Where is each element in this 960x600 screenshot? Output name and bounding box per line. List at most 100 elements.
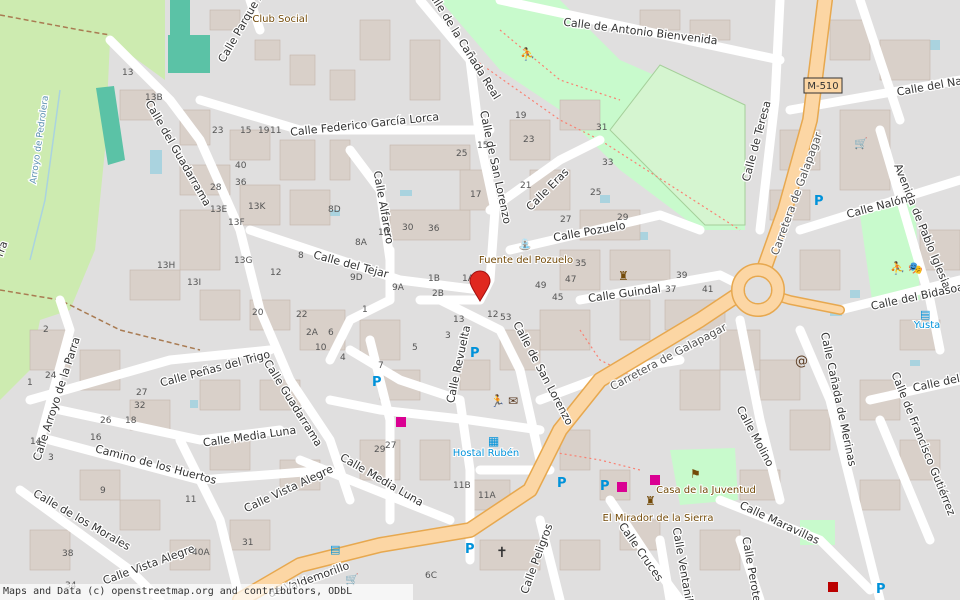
house-number: 5	[412, 343, 418, 353]
house-number: 25	[456, 149, 467, 159]
house-number: 39	[676, 271, 688, 281]
house-number: 13	[453, 315, 464, 325]
house-number: 41	[702, 285, 713, 295]
house-number: 45	[552, 293, 563, 303]
pharmacy-icon	[828, 582, 838, 592]
house-number: 33	[602, 158, 613, 168]
house-number: 13G	[234, 256, 252, 266]
park-juventud	[670, 448, 738, 505]
house-number: 27	[136, 388, 147, 398]
house-number: 11A	[478, 491, 496, 501]
house-number: 27	[385, 441, 396, 451]
house-number: 1	[362, 305, 368, 315]
house-number: 13F	[228, 218, 245, 228]
parking-icon: P	[557, 476, 567, 491]
map-canvas[interactable]: M-510 P P P P P P P ▦ ✉ 🏃 @ ♜ ⚑ ♜ ✝ 🛒 ⛹ …	[0, 0, 960, 600]
pharmacy-icon	[396, 417, 406, 427]
parking-icon: P	[470, 346, 480, 361]
house-number: 1	[27, 378, 33, 388]
poi-label: Yusta	[913, 320, 941, 331]
house-number: 12	[270, 268, 281, 278]
house-number: 6C	[425, 571, 437, 581]
poi-label: Club Social	[252, 14, 307, 25]
house-number: 28	[210, 183, 222, 193]
hotel-icon: ▦	[488, 434, 499, 448]
house-number: 3	[445, 331, 451, 341]
house-number: 9A	[392, 283, 405, 293]
house-number: 36	[235, 178, 247, 188]
map-attribution[interactable]: Maps and Data (c) openstreetmap.org and …	[0, 584, 413, 600]
house-number: 2	[43, 325, 49, 335]
playground-icon: ⛹	[890, 260, 905, 275]
castle-icon: ♜	[618, 269, 629, 283]
house-number: 40	[235, 161, 247, 171]
poi-label: El Mirador de la Sierra	[603, 513, 714, 524]
pharmacy-icon	[617, 482, 627, 492]
post-icon: ✉	[508, 394, 518, 408]
house-number: 8D	[328, 205, 341, 215]
house-number: 13I	[187, 278, 201, 288]
house-number: 1B	[428, 274, 440, 284]
house-number: 53	[500, 313, 511, 323]
house-number: 22	[296, 310, 307, 320]
house-number: 18	[125, 416, 137, 426]
house-number: 47	[565, 275, 576, 285]
parking-icon: P	[814, 194, 824, 209]
house-number: 29	[617, 213, 629, 223]
house-number: 38	[62, 549, 74, 559]
house-number: 13H	[157, 261, 175, 271]
house-number: 19	[515, 111, 527, 121]
teal-building	[168, 35, 210, 73]
parking-icon: P	[372, 375, 382, 390]
house-number: 11B	[453, 481, 471, 491]
house-number: 12	[487, 310, 498, 320]
house-number: 31	[596, 123, 607, 133]
internet-icon: @	[795, 354, 808, 369]
route-shield-label: M-510	[807, 81, 838, 92]
bus-stop-icon: ▤	[330, 543, 340, 556]
viewpoint-icon: ♜	[645, 494, 656, 508]
parking-icon: P	[876, 582, 886, 597]
house-number: 20	[252, 308, 264, 318]
house-number: 6	[328, 328, 334, 338]
house-number: 4	[340, 353, 346, 363]
roundabout-center	[745, 277, 771, 303]
house-number: 3	[48, 453, 54, 463]
playground-icon: ⛹	[520, 46, 535, 61]
house-number: 17	[470, 190, 481, 200]
house-number: 30	[402, 223, 414, 233]
house-number: 2A	[306, 328, 319, 338]
map-viewport[interactable]: M-510 P P P P P P P ▦ ✉ 🏃 @ ♜ ⚑ ♜ ✝ 🛒 ⛹ …	[0, 0, 960, 600]
house-number: 13	[122, 68, 133, 78]
teal-building	[170, 0, 190, 35]
sport-icon: 🏃	[490, 394, 505, 408]
route-shield: M-510	[803, 77, 843, 94]
house-number: 15	[477, 141, 488, 151]
house-number: 29	[374, 445, 386, 455]
parking-icon: P	[465, 542, 475, 557]
house-number: 31	[242, 538, 253, 548]
house-number: 23	[523, 135, 534, 145]
house-number: 13E	[210, 205, 227, 215]
house-number: 2B	[432, 289, 444, 299]
church-icon: ✝	[496, 545, 508, 561]
house-number: 32	[134, 401, 145, 411]
shop-icon: 🛒	[854, 137, 868, 150]
house-number: 10	[378, 228, 390, 238]
house-number: 10	[315, 343, 327, 353]
house-number: 7	[378, 361, 384, 371]
parking-icon: P	[600, 479, 610, 494]
house-number: 9D	[350, 273, 363, 283]
pharmacy-icon	[650, 475, 660, 485]
theatre-icon: 🎭	[908, 261, 923, 275]
house-number: 23	[212, 126, 223, 136]
house-number: 37	[665, 285, 676, 295]
house-number: 19	[258, 126, 270, 136]
house-number: 13B	[145, 93, 163, 103]
house-number: 9	[100, 486, 106, 496]
house-number: 40A	[192, 548, 210, 558]
house-number: 11	[270, 126, 281, 136]
house-number: 25	[590, 188, 601, 198]
house-number: 13K	[248, 202, 266, 212]
poi-label: Hostal Rubén	[453, 447, 520, 459]
